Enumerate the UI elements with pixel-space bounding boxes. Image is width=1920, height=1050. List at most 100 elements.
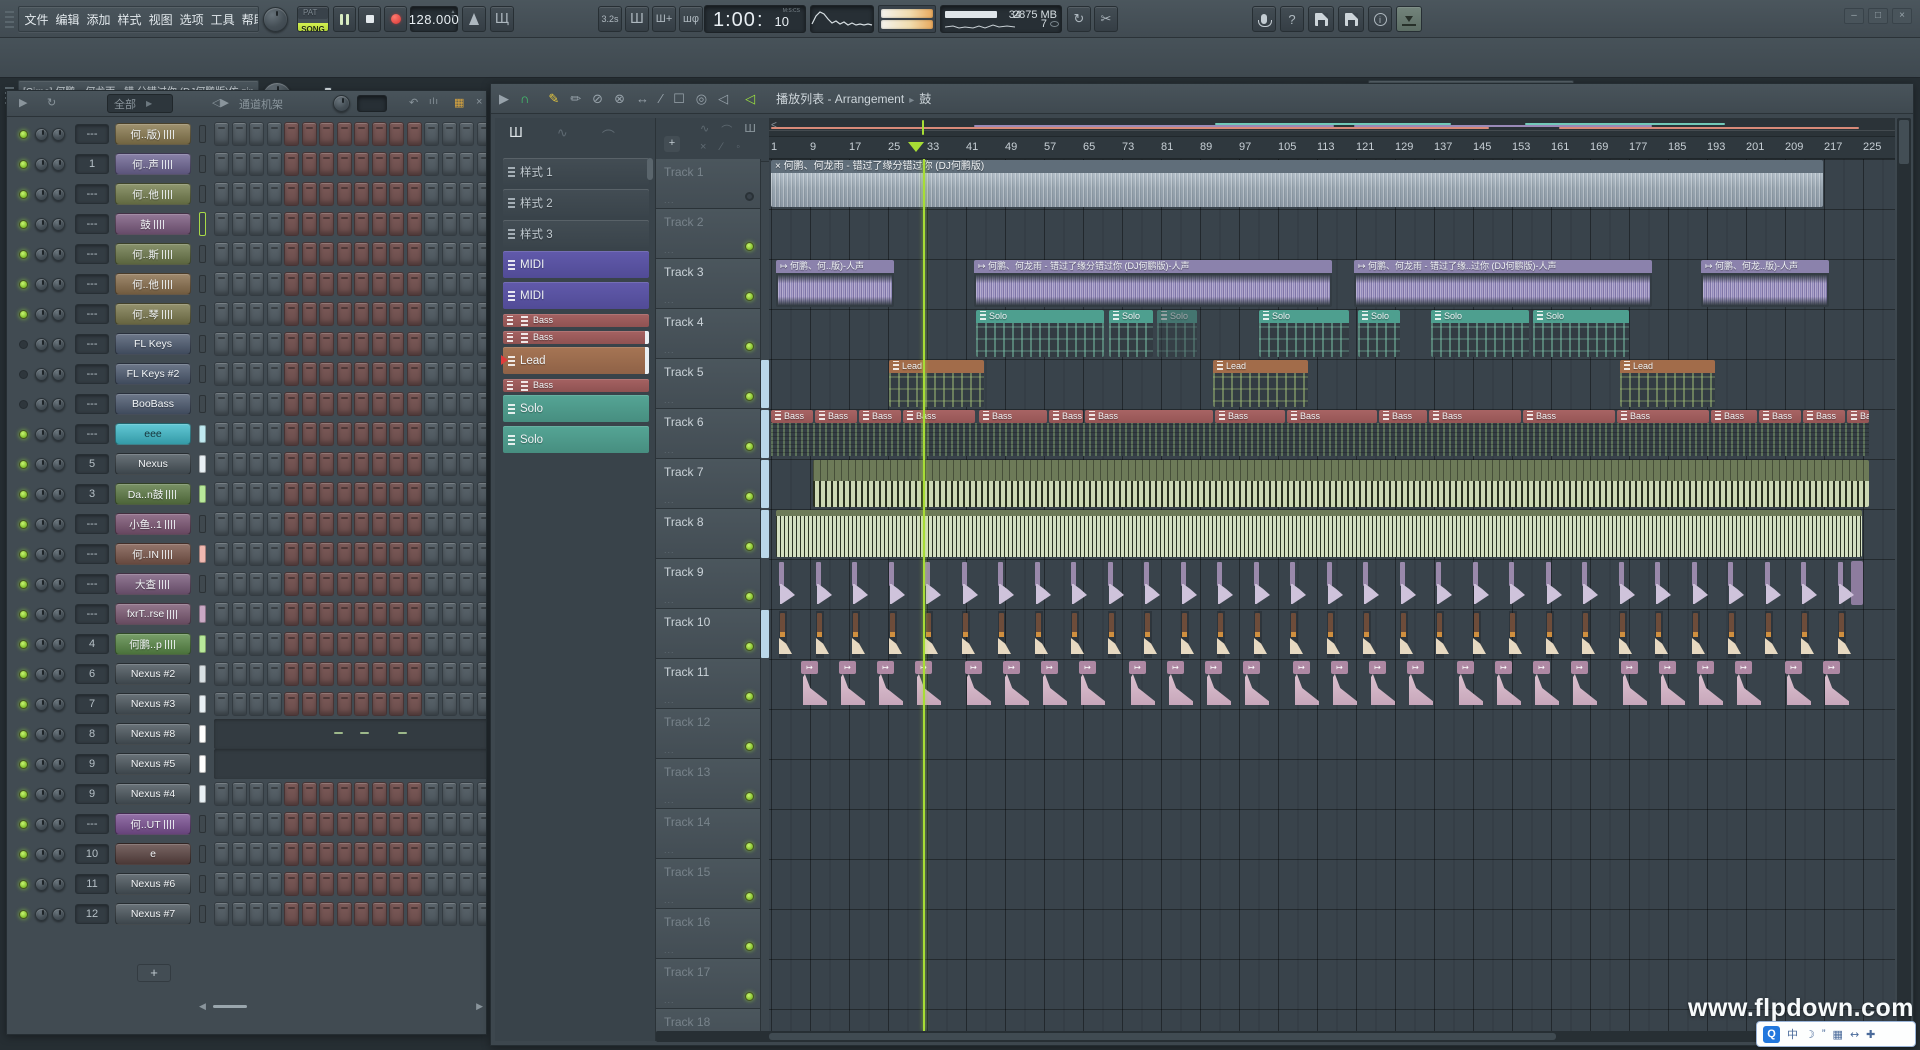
menu-item[interactable]: 编辑	[52, 11, 83, 28]
step-cell[interactable]	[214, 152, 229, 176]
step-cell[interactable]	[442, 482, 457, 506]
step-cell[interactable]	[459, 332, 474, 356]
pattern-item[interactable]: 样式 3	[503, 220, 649, 247]
menu-item[interactable]: 选项	[176, 11, 207, 28]
track-lane[interactable]: LeadLeadLead	[769, 359, 1895, 409]
step-cell[interactable]	[424, 572, 439, 596]
track-led[interactable]	[745, 442, 754, 451]
scroll-left-icon[interactable]: ◀	[199, 1001, 206, 1012]
clip-hit[interactable]	[1035, 611, 1057, 658]
download-button[interactable]	[1396, 6, 1422, 32]
step-cell[interactable]	[232, 542, 247, 566]
step-cell[interactable]	[424, 632, 439, 656]
step-cell[interactable]	[442, 872, 457, 896]
step-cell[interactable]	[302, 812, 317, 836]
step-cell[interactable]	[424, 332, 439, 356]
step-cell[interactable]	[407, 422, 422, 446]
channel-volume-knob[interactable]	[52, 188, 65, 201]
clip-hit[interactable]	[998, 611, 1020, 658]
step-cell[interactable]	[319, 902, 334, 926]
pl-slip-icon[interactable]: ↔	[636, 91, 649, 106]
step-cell[interactable]	[459, 662, 474, 686]
step-cell[interactable]	[407, 902, 422, 926]
clip-hit[interactable]	[1473, 562, 1497, 608]
step-cell[interactable]	[302, 842, 317, 866]
step-cell[interactable]	[214, 572, 229, 596]
channel-button[interactable]: 大查	[115, 573, 191, 595]
clip-hit[interactable]	[1181, 611, 1203, 658]
step-cell[interactable]	[214, 182, 229, 206]
clip-hit[interactable]: ↦	[915, 660, 945, 708]
clip-hit[interactable]	[1582, 611, 1604, 658]
step-cell[interactable]	[214, 662, 229, 686]
channel-mute-strip[interactable]	[199, 725, 206, 743]
channel-volume-knob[interactable]	[52, 398, 65, 411]
channel-pan-knob[interactable]	[35, 458, 48, 471]
step-cell[interactable]	[249, 632, 264, 656]
toolbar-grip[interactable]	[5, 10, 14, 28]
clip-hit[interactable]	[1546, 562, 1570, 608]
channel-led[interactable]	[19, 610, 28, 619]
step-cell[interactable]	[267, 242, 282, 266]
step-cell[interactable]	[337, 302, 352, 326]
step-cell[interactable]	[232, 302, 247, 326]
channel-led[interactable]	[19, 910, 28, 919]
step-cell[interactable]	[267, 152, 282, 176]
step-cell[interactable]	[302, 272, 317, 296]
step-cell[interactable]	[424, 422, 439, 446]
step-cell[interactable]	[389, 272, 404, 296]
channel-led[interactable]	[19, 220, 28, 229]
scroll-right-icon[interactable]: ▶	[476, 1001, 483, 1012]
channel-button[interactable]: 何鹏..p	[115, 633, 191, 655]
step-cell[interactable]	[372, 152, 387, 176]
channel-mute-strip[interactable]	[199, 455, 206, 473]
clip-hit[interactable]	[1765, 611, 1787, 658]
step-cell[interactable]	[232, 782, 247, 806]
step-cell[interactable]	[459, 602, 474, 626]
step-cell[interactable]	[354, 872, 369, 896]
step-cell[interactable]	[424, 872, 439, 896]
step-cell[interactable]	[232, 152, 247, 176]
channel-mute-strip[interactable]	[199, 305, 206, 323]
step-cell[interactable]	[459, 392, 474, 416]
clip-bass[interactable]: Bass	[1049, 410, 1083, 423]
step-cell[interactable]	[372, 602, 387, 626]
step-cell[interactable]	[302, 602, 317, 626]
clip-hit[interactable]	[816, 611, 838, 658]
channel-led[interactable]	[19, 520, 28, 529]
menu-item[interactable]: 文件	[21, 11, 52, 28]
step-cell[interactable]	[214, 542, 229, 566]
clip-bass[interactable]: Bass	[979, 410, 1047, 423]
clip-hit[interactable]	[1217, 611, 1239, 658]
overdub-button[interactable]: шφ	[679, 6, 703, 32]
step-cell[interactable]	[267, 872, 282, 896]
step-cell[interactable]	[354, 392, 369, 416]
channel-volume-knob[interactable]	[52, 548, 65, 561]
step-cell[interactable]	[372, 422, 387, 446]
step-cell[interactable]	[477, 812, 487, 836]
channel-mute-strip[interactable]	[199, 695, 206, 713]
step-cell[interactable]	[319, 782, 334, 806]
step-cell[interactable]	[354, 542, 369, 566]
clip-hit[interactable]: ↦	[1041, 660, 1071, 708]
clip-hit[interactable]	[1327, 611, 1349, 658]
step-cell[interactable]	[424, 482, 439, 506]
step-cell[interactable]	[372, 872, 387, 896]
step-cell[interactable]	[267, 512, 282, 536]
step-cell[interactable]	[407, 482, 422, 506]
step-cell[interactable]	[284, 422, 299, 446]
channel-volume-knob[interactable]	[52, 308, 65, 321]
step-cell[interactable]	[267, 602, 282, 626]
step-cell[interactable]	[354, 602, 369, 626]
clip-hit[interactable]	[1546, 611, 1568, 658]
clip-hit[interactable]: ↦	[1697, 660, 1727, 708]
clip-hit[interactable]: ↦	[1659, 660, 1689, 708]
channel-button[interactable]: Da..n鼓	[115, 483, 191, 505]
clip-hit[interactable]: ↦	[1243, 660, 1273, 708]
step-cell[interactable]	[354, 242, 369, 266]
menu-item[interactable]: 工具	[207, 11, 238, 28]
clip-hit[interactable]	[1509, 562, 1533, 608]
vscroll-thumb[interactable]	[1899, 120, 1909, 164]
channel-button[interactable]: 何..UT	[115, 813, 191, 835]
channel-pan-knob[interactable]	[35, 338, 48, 351]
